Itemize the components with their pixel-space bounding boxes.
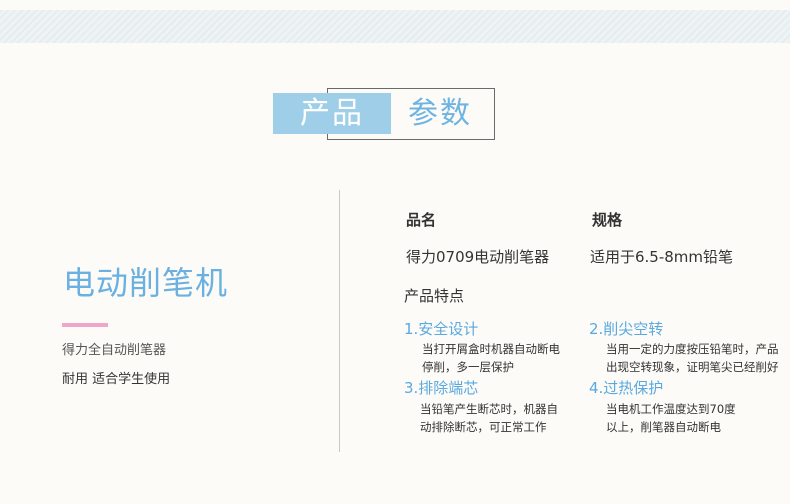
spec-size-label: 规格: [592, 211, 623, 229]
section-title-params: 参数: [408, 96, 472, 131]
features-heading: 产品特点: [404, 287, 465, 305]
feature-desc-line: 以上，削笔器自动断电: [606, 420, 721, 434]
feature-desc: 当打开屑盒时机器自动断电 停削，多一层保护: [422, 340, 560, 376]
section-title-product: 产品: [273, 93, 391, 134]
feature-title: 2.削尖空转: [589, 320, 664, 338]
feature-desc: 当电机工作温度达到70度 以上，削笔器自动断电: [606, 400, 736, 436]
feature-desc-line: 当用一定的力度按压铅笔时，产品: [606, 342, 779, 356]
feature-desc-line: 动排除断芯，可正常工作: [420, 420, 547, 434]
feature-desc-line: 出现空转现象，证明笔尖已经削好: [606, 360, 779, 374]
feature-desc-line: 当打开屑盒时机器自动断电: [422, 342, 560, 356]
decorative-top-band: [0, 10, 790, 43]
feature-desc: 当铅笔产生断芯时，机器自 动排除断芯，可正常工作: [420, 400, 558, 436]
spec-size-value: 适用于6.5-8mm铅笔: [590, 248, 734, 266]
feature-desc-line: 当铅笔产生断芯时，机器自: [420, 402, 558, 416]
spec-name-label: 品名: [406, 211, 437, 229]
accent-rule: [62, 323, 108, 327]
vertical-divider: [339, 190, 340, 452]
product-subtitle: 得力全自动削笔器: [62, 343, 167, 358]
product-tagline: 耐用 适合学生使用: [62, 372, 171, 387]
feature-desc-line: 当电机工作温度达到70度: [606, 402, 736, 416]
feature-title: 1.安全设计: [404, 320, 479, 338]
feature-desc-line: 停削，多一层保护: [422, 360, 514, 374]
feature-desc: 当用一定的力度按压铅笔时，产品 出现空转现象，证明笔尖已经削好: [606, 340, 779, 376]
product-name: 电动削笔机: [63, 264, 229, 302]
feature-title: 4.过热保护: [589, 379, 664, 397]
spec-name-value: 得力0709电动削笔器: [406, 248, 550, 266]
feature-title: 3.排除端芯: [404, 379, 479, 397]
